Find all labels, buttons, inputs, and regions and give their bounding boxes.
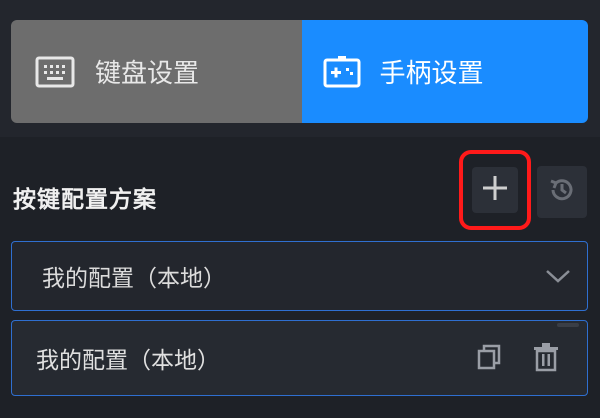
keyboard-icon <box>35 54 75 90</box>
list-item-label: 我的配置（本地） <box>36 348 220 374</box>
add-profile-button-inner <box>472 167 518 213</box>
settings-tabs-panel: 键盘设置 手柄设置 <box>0 0 600 137</box>
tab-gamepad-settings[interactable]: 手柄设置 <box>301 20 588 123</box>
section-title: 按键配置方案 <box>13 187 157 213</box>
gamepad-icon <box>322 54 362 90</box>
profile-dropdown-list: 我的配置（本地） <box>11 320 588 396</box>
tab-keyboard-settings[interactable]: 键盘设置 <box>11 20 302 123</box>
trash-icon[interactable] <box>532 342 560 376</box>
profile-select-value: 我的配置（本地） <box>42 266 226 292</box>
profile-select[interactable]: 我的配置（本地） <box>11 241 588 311</box>
plus-icon <box>482 175 508 205</box>
tab-gamepad-label: 手柄设置 <box>379 59 484 89</box>
settings-tabs: 键盘设置 手柄设置 <box>11 20 588 123</box>
copy-icon[interactable] <box>476 343 502 375</box>
chevron-down-icon <box>545 264 571 290</box>
tab-keyboard-label: 键盘设置 <box>95 59 200 89</box>
add-profile-button[interactable] <box>459 150 531 230</box>
history-button[interactable] <box>537 166 587 218</box>
history-icon <box>547 175 577 209</box>
